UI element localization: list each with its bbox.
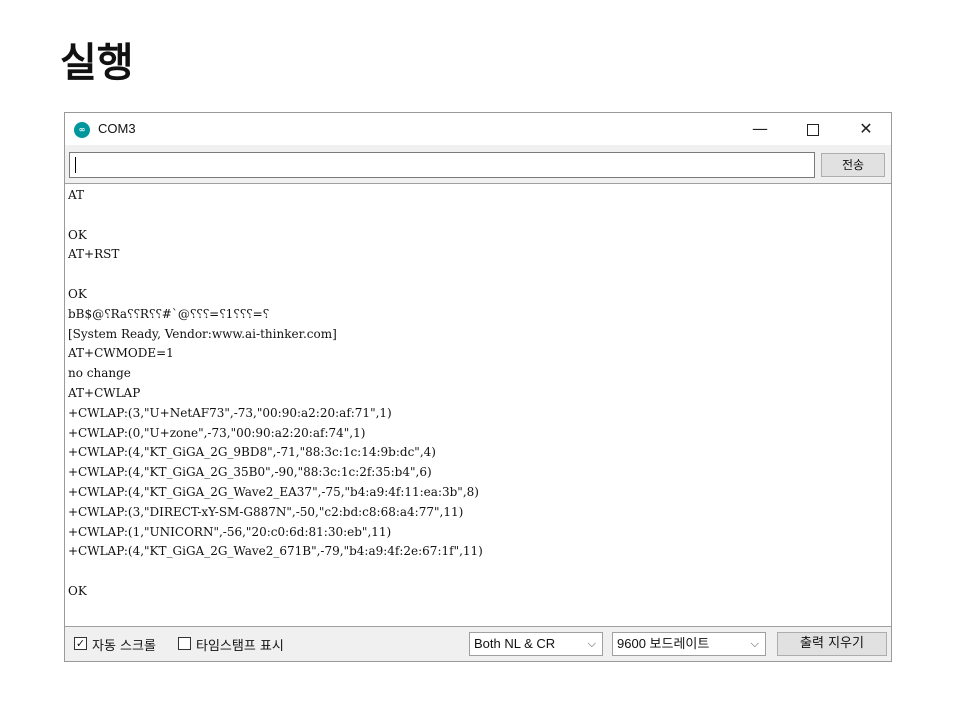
title-bar[interactable]: ∞ COM3 — ✕: [65, 113, 891, 145]
autoscroll-checkbox[interactable]: ✓: [74, 637, 87, 650]
console-line: +CWLAP:(4,"KT_GiGA_2G_Wave2_671B",-79,"b…: [68, 544, 483, 559]
console-line: AT: [68, 188, 85, 202]
console-line: [System Ready, Vendor:www.ai-thinker.com…: [68, 326, 337, 341]
serial-monitor-window: ∞ COM3 — ✕ 전송 AT OK AT+RST OK bB$@⸮Ra⸮⸮R⸮⸮#`…: [64, 112, 892, 662]
timestamp-label[interactable]: 타임스탬프 표시: [196, 635, 284, 654]
maximize-icon: [807, 123, 819, 136]
line-ending-value: Both NL & CR: [474, 636, 556, 651]
console-line: AT+RST: [68, 247, 120, 262]
chevron-down-icon: ⌵: [587, 638, 596, 650]
text-caret: [75, 157, 76, 173]
console-line: AT+CWMODE=1: [68, 346, 174, 361]
serial-input[interactable]: [69, 152, 815, 178]
autoscroll-label[interactable]: 자동 스크롤: [92, 635, 156, 654]
bottom-bar: ✓ 자동 스크롤 타임스탬프 표시 Both NL & CR ⌵ 9600 보드…: [65, 627, 891, 661]
console-line: OK: [68, 227, 87, 242]
minimize-button[interactable]: —: [737, 113, 783, 145]
line-ending-select[interactable]: Both NL & CR ⌵: [469, 632, 603, 656]
console-line: +CWLAP:(4,"KT_GiGA_2G_Wave2_EA37",-75,"b…: [68, 485, 479, 499]
close-button[interactable]: ✕: [843, 113, 889, 145]
serial-output[interactable]: AT OK AT+RST OK bB$@⸮Ra⸮⸮R⸮⸮#`@⸮⸮⸮=⸮1⸮⸮⸮=⸮ [S…: [65, 183, 891, 627]
console-line: +CWLAP:(4,"KT_GiGA_2G_9BD8",-71,"88:3c:1…: [68, 445, 436, 460]
window-title: COM3: [98, 121, 136, 136]
console-line: AT+CWLAP: [68, 386, 141, 400]
console-line: +CWLAP:(3,"U+NetAF73",-73,"00:90:a2:20:a…: [68, 405, 392, 420]
console-line: +CWLAP:(0,"U+zone",-73,"00:90:a2:20:af:7…: [68, 425, 366, 440]
send-row: 전송: [65, 145, 891, 183]
maximize-button[interactable]: [790, 113, 836, 145]
timestamp-checkbox[interactable]: [178, 637, 191, 650]
send-button[interactable]: 전송: [821, 153, 885, 177]
slide-title: 실행: [60, 40, 134, 86]
console-line: +CWLAP:(3,"DIRECT-xY-SM-G887N",-50,"c2:b…: [68, 504, 464, 519]
console-line: OK: [68, 287, 87, 301]
console-line: OK: [68, 584, 87, 598]
console-line: +CWLAP:(1,"UNICORN",-56,"20:c0:6d:81:30:…: [68, 524, 392, 539]
console-line: no change: [68, 366, 131, 381]
chevron-down-icon: ⌵: [750, 638, 759, 650]
console-line: +CWLAP:(4,"KT_GiGA_2G_35B0",-90,"88:3c:1…: [68, 465, 432, 480]
baud-rate-value: 9600 보드레이트: [617, 636, 710, 651]
clear-output-button[interactable]: 출력 지우기: [777, 632, 887, 656]
arduino-icon: ∞: [74, 122, 90, 138]
baud-rate-select[interactable]: 9600 보드레이트 ⌵: [612, 632, 766, 656]
console-line: bB$@⸮Ra⸮⸮R⸮⸮#`@⸮⸮⸮=⸮1⸮⸮⸮=⸮: [68, 306, 270, 321]
